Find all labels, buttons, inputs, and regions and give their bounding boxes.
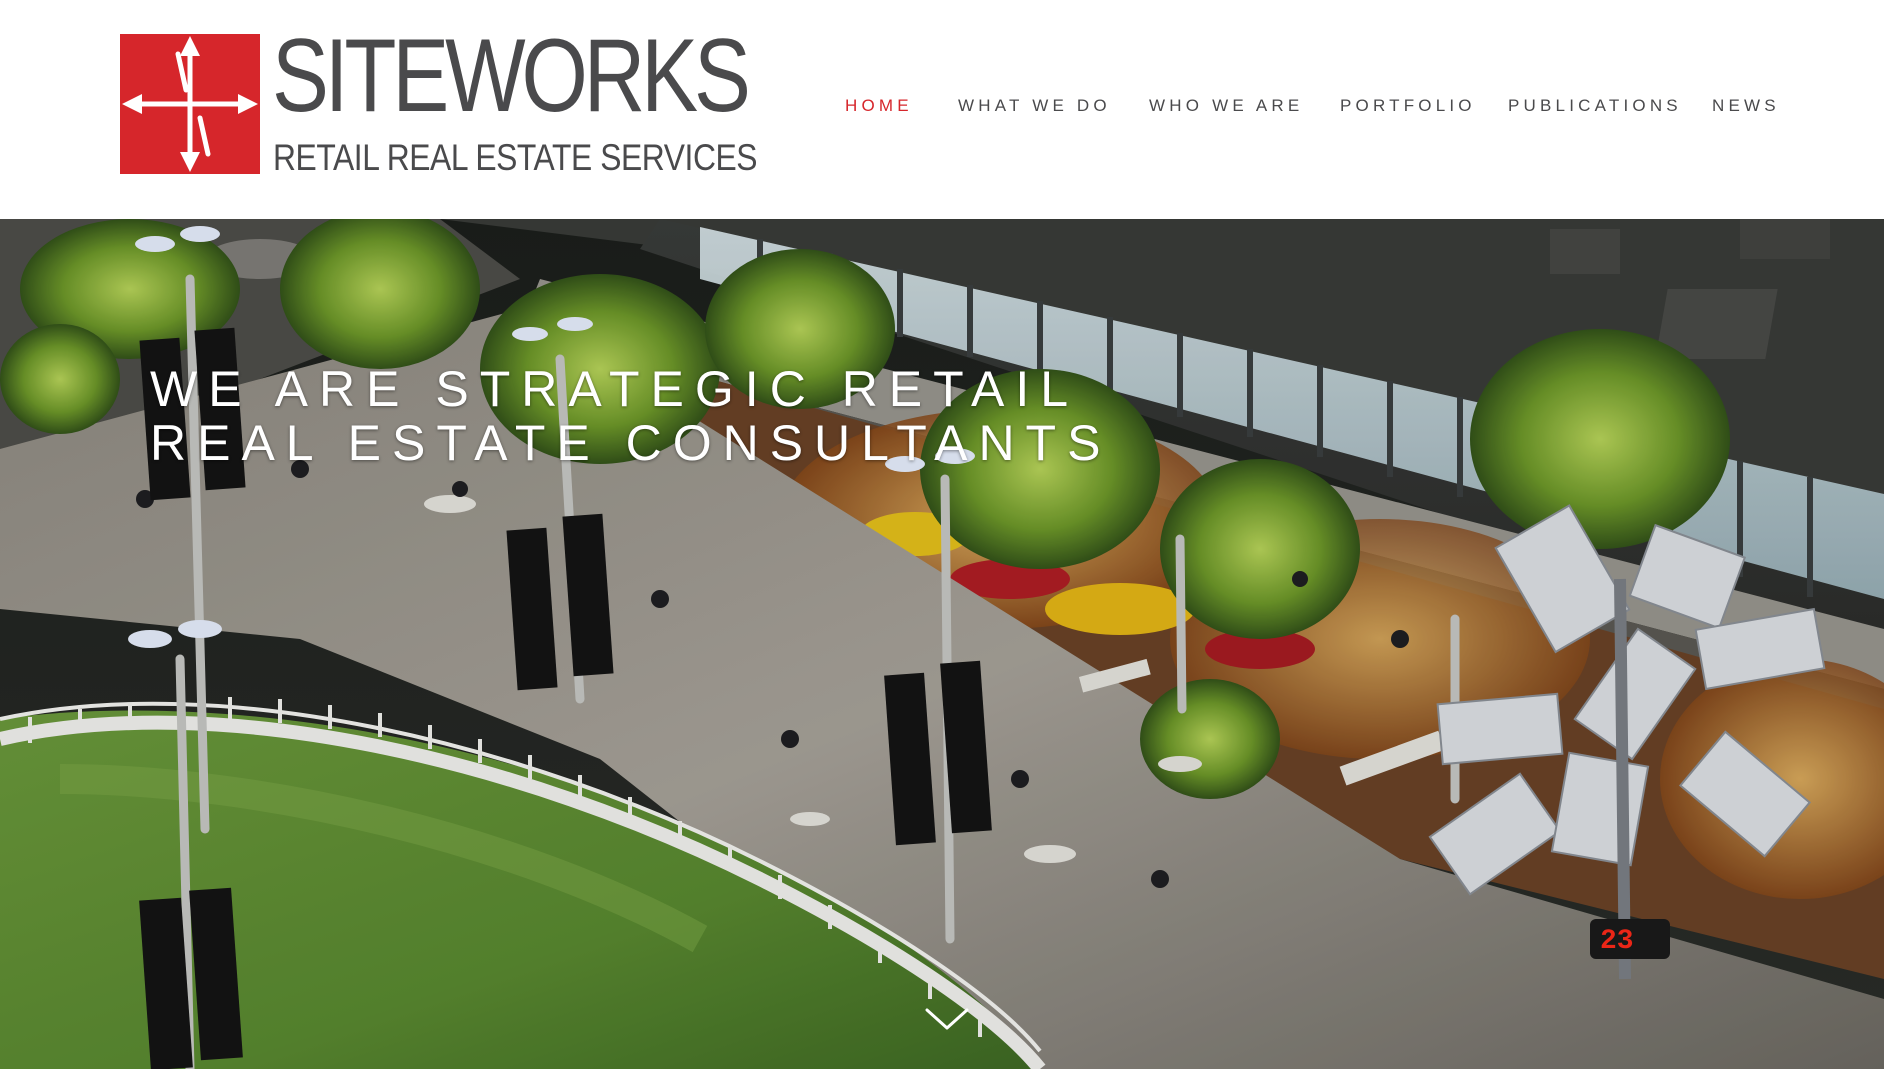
nav-home[interactable]: HOME bbox=[845, 96, 913, 116]
logo-wordmark: SITEWORKS bbox=[272, 18, 751, 134]
nav-who-we-are[interactable]: WHO WE ARE bbox=[1149, 96, 1303, 116]
four-arrows-icon bbox=[120, 34, 260, 174]
chevron-down-icon[interactable] bbox=[924, 1004, 970, 1034]
hero-headline: WE ARE STRATEGIC RETAIL REAL ESTATE CONS… bbox=[150, 361, 1112, 471]
page: SITEWORKS RETAIL REAL ESTATE SERVICES HO… bbox=[0, 0, 1884, 1069]
nav-what-we-do[interactable]: WHAT WE DO bbox=[958, 96, 1111, 116]
shopping-plaza-photo: 23 bbox=[0, 219, 1884, 1069]
hero-section: 23 WE ARE STRATEGIC RETAIL REAL ESTATE C… bbox=[0, 219, 1884, 1069]
nav-publications[interactable]: PUBLICATIONS bbox=[1508, 96, 1682, 116]
main-nav: HOME WHAT WE DO WHO WE ARE PORTFOLIO PUB… bbox=[845, 96, 1776, 116]
site-logo[interactable]: SITEWORKS RETAIL REAL ESTATE SERVICES bbox=[120, 24, 758, 176]
logo-tagline: RETAIL REAL ESTATE SERVICES bbox=[273, 137, 758, 178]
site-header: SITEWORKS RETAIL REAL ESTATE SERVICES HO… bbox=[0, 0, 1884, 219]
nav-news[interactable]: NEWS bbox=[1712, 96, 1780, 116]
nav-portfolio[interactable]: PORTFOLIO bbox=[1340, 96, 1476, 116]
